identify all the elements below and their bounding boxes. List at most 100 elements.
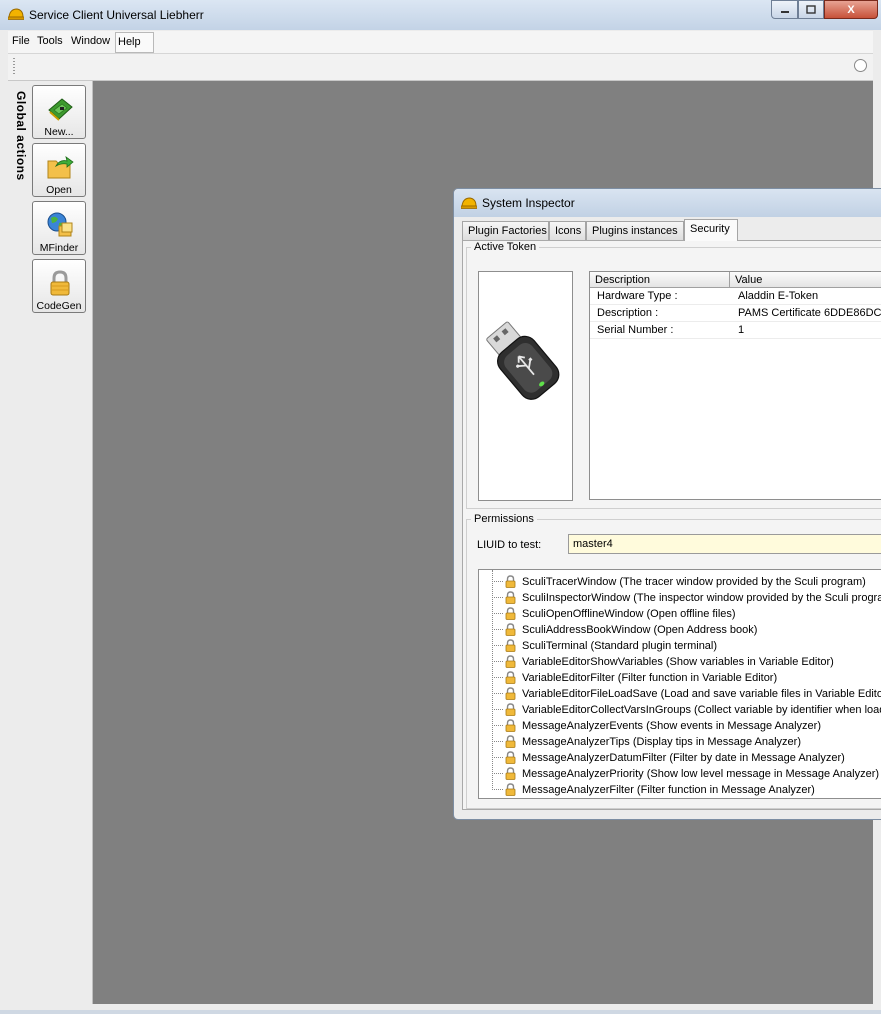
table-row[interactable]: Hardware Type : Aladdin E-Token	[590, 288, 881, 305]
close-button[interactable]: X	[824, 0, 878, 19]
permission-label: MessageAnalyzerPriority (Show low level …	[522, 768, 880, 780]
permission-item[interactable]: SculiOpenOfflineWindow (Open offline fil…	[479, 606, 881, 622]
system-inspector-window: System Inspector Plugin Factories Icons …	[453, 188, 881, 820]
tree-connector	[492, 757, 503, 758]
title-bar: Service Client Universal Liebherr X	[0, 0, 881, 30]
tab-plugin-factories[interactable]: Plugin Factories	[462, 221, 549, 240]
tree-connector	[492, 597, 503, 598]
liuid-input[interactable]	[568, 534, 881, 554]
permission-item[interactable]: MessageAnalyzerTips (Display tips in Mes…	[479, 734, 881, 750]
table-row[interactable]: Description : PAMS Certificate 6DDE86DC0…	[590, 305, 881, 322]
tree-connector	[492, 613, 503, 614]
permission-item[interactable]: VariableEditorCollectVarsInGroups (Colle…	[479, 702, 881, 718]
inspector-title-bar[interactable]: System Inspector	[454, 189, 881, 217]
toolbar	[8, 54, 873, 81]
menu-tools[interactable]: Tools	[37, 35, 63, 47]
lock-icon	[504, 575, 517, 588]
tab-icons[interactable]: Icons	[549, 221, 586, 240]
permission-label: MessageAnalyzerEvents (Show events in Me…	[522, 720, 821, 732]
permission-label: VariableEditorFilter (Filter function in…	[522, 672, 778, 684]
tab-security[interactable]: Security	[684, 219, 738, 241]
lock-icon	[504, 767, 517, 780]
permissions-label: Permissions	[471, 513, 537, 525]
tab-label: Plugins instances	[592, 225, 678, 237]
minimize-button[interactable]	[771, 0, 798, 19]
permission-item[interactable]: SculiTerminal (Standard plugin terminal)	[479, 638, 881, 654]
permission-label: SculiInspectorWindow (The inspector wind…	[522, 592, 881, 604]
permission-label: VariableEditorFileLoadSave (Load and sav…	[522, 688, 881, 700]
permission-label: SculiAddressBookWindow (Open Address boo…	[522, 624, 758, 636]
mfinder-button[interactable]: MFinder	[32, 201, 86, 255]
tab-plugins-instances[interactable]: Plugins instances	[586, 221, 684, 240]
codegen-button-label: CodeGen	[36, 300, 82, 312]
permission-item[interactable]: MessageAnalyzerPriority (Show low level …	[479, 766, 881, 782]
main-window: Service Client Universal Liebherr X File…	[0, 0, 881, 1010]
new-button[interactable]: New...	[32, 85, 86, 139]
minimize-icon	[780, 10, 789, 13]
open-button[interactable]: Open	[32, 143, 86, 197]
usb-token-icon	[486, 321, 560, 400]
permissions-tree: SculiTracerWindow (The tracer window pro…	[478, 569, 881, 799]
cell-description: Serial Number :	[597, 324, 674, 336]
lock-icon	[504, 607, 517, 620]
tree-connector	[492, 661, 503, 662]
permission-label: SculiTracerWindow (The tracer window pro…	[522, 576, 866, 588]
cell-description: Description :	[597, 307, 659, 319]
open-folder-icon	[47, 156, 74, 179]
maximize-button[interactable]	[798, 0, 824, 19]
column-header-value[interactable]: Value	[730, 272, 881, 288]
menu-file[interactable]: File	[12, 35, 30, 47]
header-label: Description	[595, 274, 651, 286]
mfinder-button-label: MFinder	[39, 242, 79, 254]
header-label: Value	[735, 274, 763, 286]
globe-icon	[47, 212, 73, 237]
global-actions-label: Global actions	[14, 91, 28, 181]
tree-connector	[492, 693, 503, 694]
tab-label: Security	[690, 223, 730, 235]
active-token-label: Active Token	[471, 241, 540, 253]
liuid-label: LIUID to test:	[477, 539, 542, 551]
toolbar-grip[interactable]	[13, 58, 15, 75]
column-header-description[interactable]: Description	[590, 272, 730, 288]
tree-connector	[492, 789, 503, 790]
lock-icon	[504, 639, 517, 652]
table-row[interactable]: Serial Number : 1	[590, 322, 881, 339]
permission-item[interactable]: MessageAnalyzerEvents (Show events in Me…	[479, 718, 881, 734]
tree-connector	[492, 773, 503, 774]
tree-connector	[492, 581, 503, 582]
permission-item[interactable]: VariableEditorShowVariables (Show variab…	[479, 654, 881, 670]
cell-description: Hardware Type :	[597, 290, 678, 302]
usb-token-image	[478, 271, 573, 501]
permission-label: VariableEditorCollectVarsInGroups (Colle…	[522, 704, 881, 716]
new-button-label: New...	[44, 126, 74, 138]
lock-icon	[50, 270, 70, 296]
lock-icon	[504, 783, 517, 796]
lock-icon	[504, 623, 517, 636]
helmet-icon	[8, 8, 24, 20]
permission-item[interactable]: MessageAnalyzerDatumFilter (Filter by da…	[479, 750, 881, 766]
close-icon: X	[847, 3, 855, 16]
tree-connector	[492, 725, 503, 726]
cell-value: Aladdin E-Token	[738, 290, 819, 302]
menu-bar: File Tools Window Help	[8, 31, 873, 54]
menu-help[interactable]: Help	[115, 32, 154, 53]
status-indicator-icon	[854, 59, 867, 72]
lock-icon	[504, 671, 517, 684]
permission-label: VariableEditorShowVariables (Show variab…	[522, 656, 834, 668]
permission-item[interactable]: VariableEditorFilter (Filter function in…	[479, 670, 881, 686]
global-actions-panel: Global actions New... Open MFinder CodeG…	[8, 81, 93, 1004]
lock-icon	[504, 719, 517, 732]
lock-icon	[504, 751, 517, 764]
permission-item[interactable]: VariableEditorFileLoadSave (Load and sav…	[479, 686, 881, 702]
permission-item[interactable]: SculiInspectorWindow (The inspector wind…	[479, 590, 881, 606]
menu-window[interactable]: Window	[71, 35, 110, 47]
menu-help-label: Help	[118, 36, 141, 48]
permission-label: SculiTerminal (Standard plugin terminal)	[522, 640, 718, 652]
permission-item[interactable]: MessageAnalyzerFilter (Filter function i…	[479, 782, 881, 798]
permission-item[interactable]: SculiAddressBookWindow (Open Address boo…	[479, 622, 881, 638]
window-title: Service Client Universal Liebherr	[29, 8, 204, 22]
codegen-button[interactable]: CodeGen	[32, 259, 86, 313]
cell-value: PAMS Certificate 6DDE86DC0(	[738, 307, 881, 319]
permission-item[interactable]: SculiTracerWindow (The tracer window pro…	[479, 574, 881, 590]
cell-value: 1	[738, 324, 745, 336]
